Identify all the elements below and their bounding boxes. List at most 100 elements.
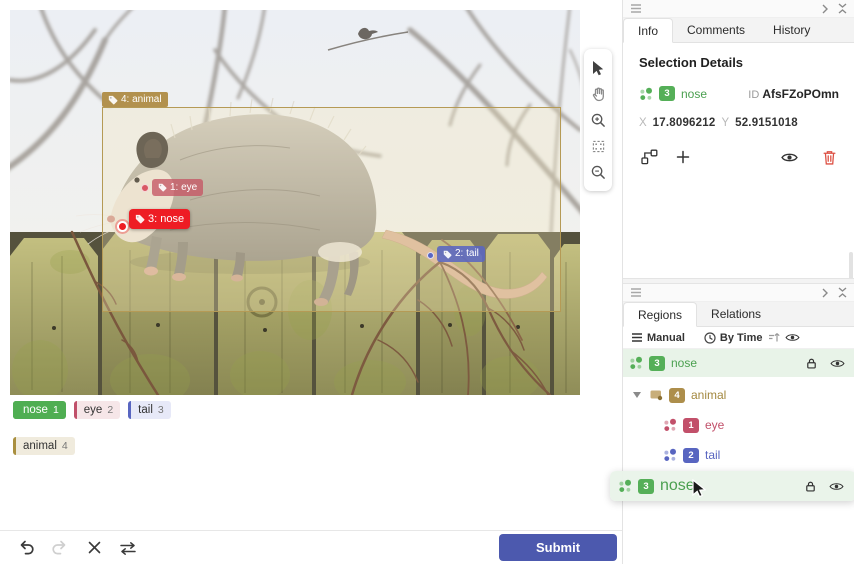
keypoint-type-icon	[629, 356, 643, 370]
regions-panel: Regions Relations Manual By Time	[623, 284, 854, 564]
submit-button[interactable]: Submit	[499, 534, 617, 561]
lock-region-icon[interactable]	[805, 357, 818, 370]
region-label: nose	[681, 87, 707, 101]
undo-button[interactable]	[16, 538, 36, 558]
zoom-out-tool-button[interactable]	[588, 162, 608, 182]
delete-region-button[interactable]	[819, 147, 839, 167]
toggle-all-visibility-button[interactable]	[785, 332, 800, 343]
redo-icon	[51, 539, 69, 556]
keypoint-type-icon	[663, 418, 677, 432]
eye-icon	[781, 151, 798, 164]
label-name: eye	[77, 404, 108, 416]
collapse-panel-icon[interactable]	[838, 287, 847, 298]
region-number-badge: 3	[659, 86, 675, 101]
relation-icon	[641, 149, 658, 165]
info-panel: Info Comments History Selection Details …	[623, 0, 854, 278]
hand-icon	[591, 87, 606, 102]
keypoint-type-icon	[663, 448, 677, 462]
regions-toolbar: Manual By Time	[623, 327, 854, 349]
selected-region-summary: 3 nose ID AfsFZoPOmn	[639, 86, 839, 101]
plus-icon	[676, 150, 690, 164]
keypoint-tail[interactable]	[427, 252, 434, 259]
undo-icon	[17, 539, 35, 556]
region-row-tail[interactable]: 2 tail	[623, 441, 854, 469]
label-button-nose[interactable]: nose 1	[13, 401, 66, 419]
keypoint-nose[interactable]	[117, 221, 128, 232]
label-studio-app: 4: animal 1: eye 3: nose 2: tail	[0, 0, 854, 564]
chevron-right-icon[interactable]	[822, 4, 828, 14]
tab-info[interactable]: Info	[623, 18, 673, 43]
label-button-animal[interactable]: animal 4	[13, 437, 75, 455]
region-number-badge: 3	[638, 479, 654, 494]
tab-history[interactable]: History	[759, 18, 824, 42]
sort-by-button[interactable]: By Time	[704, 332, 763, 344]
region-actions	[639, 147, 839, 167]
group-by-button[interactable]: Manual	[631, 332, 685, 344]
collapse-panel-icon[interactable]	[838, 3, 847, 14]
label-hotkey: 1	[53, 404, 66, 416]
reset-button[interactable]	[84, 538, 104, 558]
region-row-eye[interactable]: 1 eye	[623, 411, 854, 439]
label-button-tail[interactable]: tail 3	[128, 401, 171, 419]
add-meta-button[interactable]	[673, 147, 693, 167]
zoom-in-tool-button[interactable]	[588, 110, 608, 130]
create-relation-button[interactable]	[639, 147, 659, 167]
info-panel-header	[623, 0, 854, 18]
keypoint-coordinates: X 17.8096212 Y 52.9151018	[639, 117, 839, 129]
redo-button[interactable]	[50, 538, 70, 558]
image-canvas[interactable]: 4: animal 1: eye 3: nose 2: tail	[10, 10, 580, 395]
eye-icon[interactable]	[830, 358, 845, 369]
label-hotkey: 2	[107, 404, 120, 416]
label-picker-row-2: animal 4	[13, 437, 75, 455]
region-number-badge: 2	[683, 448, 699, 463]
selection-details-title: Selection Details	[639, 55, 839, 70]
region-label: tail	[705, 448, 720, 462]
fit-screen-icon	[591, 139, 606, 154]
transfer-arrows-icon	[120, 541, 136, 555]
info-panel-tabs: Info Comments History	[623, 18, 854, 43]
zoom-in-icon	[591, 113, 606, 128]
clock-icon	[704, 332, 716, 344]
swap-view-button[interactable]	[118, 538, 138, 558]
drag-handle-icon[interactable]	[631, 4, 641, 13]
tag-icon	[443, 250, 452, 259]
tab-relations[interactable]: Relations	[697, 302, 775, 326]
keypoint-label-tail[interactable]: 2: tail	[437, 246, 485, 262]
keypoint-eye[interactable]	[141, 184, 149, 192]
region-number-badge: 4	[669, 388, 685, 403]
eye-icon	[785, 332, 800, 343]
trash-icon	[823, 150, 836, 165]
region-row-animal[interactable]: 4 animal	[623, 381, 854, 409]
tab-comments[interactable]: Comments	[673, 18, 759, 42]
label-hotkey: 4	[62, 440, 75, 452]
close-icon	[88, 541, 101, 554]
fit-screen-tool-button[interactable]	[588, 136, 608, 156]
label-name: nose	[16, 404, 53, 416]
tab-regions[interactable]: Regions	[623, 302, 697, 327]
label-picker-row-1: nose 1 eye 2 tail 3	[13, 401, 171, 419]
hide-region-button[interactable]	[779, 147, 799, 167]
sort-order-button[interactable]	[768, 332, 780, 343]
lock-region-icon[interactable]	[804, 480, 817, 493]
label-button-eye[interactable]: eye 2	[74, 401, 120, 419]
region-label: nose	[660, 477, 695, 495]
region-row-nose-drag-ghost[interactable]: 3 nose	[610, 471, 854, 501]
region-label: nose	[671, 356, 697, 370]
canvas-tool-palette	[584, 49, 612, 191]
tag-icon	[158, 183, 167, 192]
region-label: eye	[705, 418, 724, 432]
menu-icon	[631, 332, 643, 343]
select-tool-button[interactable]	[588, 58, 608, 78]
expand-triangle-icon[interactable]	[633, 392, 641, 398]
pan-tool-button[interactable]	[588, 84, 608, 104]
bbox-label-animal[interactable]: 4: animal	[102, 92, 168, 107]
region-row-nose[interactable]: 3 nose	[623, 349, 854, 377]
sort-order-icon	[768, 332, 780, 343]
eye-icon[interactable]	[829, 481, 844, 492]
chevron-right-icon[interactable]	[822, 288, 828, 298]
tag-icon	[135, 214, 145, 224]
drag-handle-icon[interactable]	[631, 288, 641, 297]
keypoint-label-nose[interactable]: 3: nose	[129, 209, 190, 229]
keypoint-label-eye[interactable]: 1: eye	[152, 179, 203, 196]
tag-icon	[108, 95, 118, 105]
